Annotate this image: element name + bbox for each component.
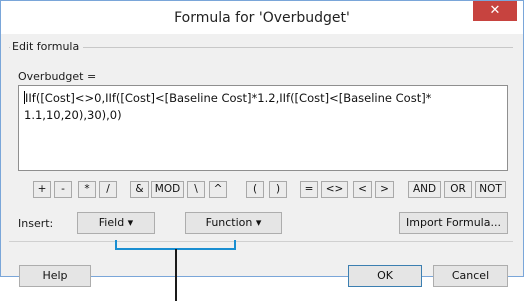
dialog-title: Formula for 'Overbudget' [174, 10, 350, 26]
ok-button[interactable]: OK [348, 265, 422, 287]
edit-formula-label: Edit formula [10, 40, 84, 53]
operator-plus-button[interactable]: + [33, 181, 51, 198]
operator-less-than-button[interactable]: < [353, 181, 372, 198]
operator-not-button[interactable]: NOT [475, 181, 506, 198]
operator-multiply-button[interactable]: * [78, 181, 96, 198]
callout-line [175, 249, 177, 301]
operator-divide-button[interactable]: / [99, 181, 117, 198]
cancel-button[interactable]: Cancel [433, 265, 508, 287]
operator-close-paren-button[interactable]: ) [269, 181, 287, 198]
insert-function-button[interactable]: Function ▾ [185, 212, 282, 234]
import-formula-button[interactable]: Import Formula... [399, 212, 508, 234]
formula-text: IIf([Cost]<>0,IIf([Cost]<[Baseline Cost]… [24, 91, 432, 122]
operator-concat-button[interactable]: & [130, 181, 149, 198]
operator-and-button[interactable]: AND [408, 181, 441, 198]
operator-or-button[interactable]: OR [444, 181, 472, 198]
operator-greater-than-button[interactable]: > [375, 181, 394, 198]
close-icon: ✕ [489, 3, 501, 18]
footer-separator [9, 241, 513, 242]
operator-open-paren-button[interactable]: ( [246, 181, 264, 198]
operator-not-equal-button[interactable]: <> [321, 181, 348, 198]
insert-label: Insert: [18, 217, 54, 230]
close-button[interactable]: ✕ [473, 1, 517, 21]
insert-field-button[interactable]: Field ▾ [77, 212, 155, 234]
operator-equals-button[interactable]: = [300, 181, 318, 198]
operator-intdivide-button[interactable]: \ [187, 181, 205, 198]
operator-minus-button[interactable]: - [54, 181, 72, 198]
field-name-label: Overbudget = [18, 70, 97, 83]
formula-editor[interactable]: IIf([Cost]<>0,IIf([Cost]<[Baseline Cost]… [18, 85, 508, 171]
help-button[interactable]: Help [19, 265, 91, 287]
operator-power-button[interactable]: ^ [209, 181, 227, 198]
title-bar[interactable]: Formula for 'Overbudget' ✕ [1, 1, 523, 34]
operator-mod-button[interactable]: MOD [151, 181, 184, 198]
